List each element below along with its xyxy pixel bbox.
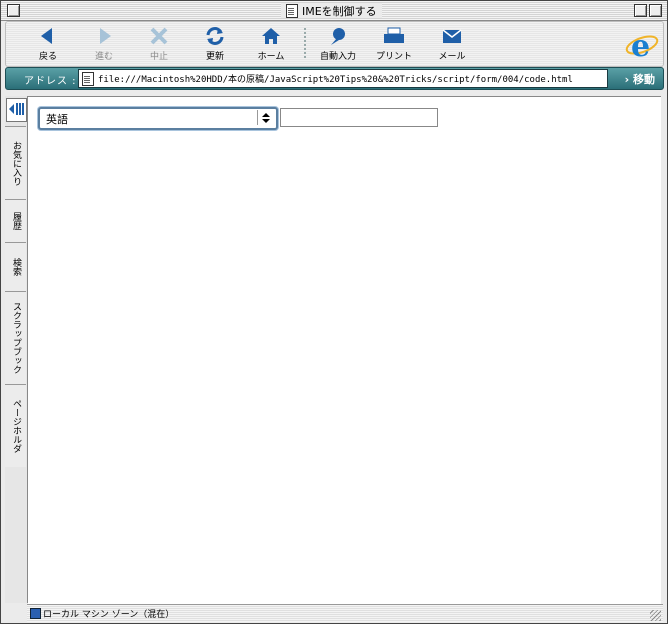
local-zone-icon [30,608,41,619]
text-input[interactable] [280,108,438,127]
window-title-text: IMEを制御する [302,4,377,18]
collapse-box[interactable] [649,4,662,17]
autofill-pen-icon [331,28,345,45]
mail-label: メール [438,52,466,62]
address-field[interactable]: file:///Macintosh%20HDD/本の原稿/JavaScript%… [78,69,608,88]
page-content: 英語 [28,96,661,604]
resize-grip-icon[interactable] [650,610,661,621]
explorer-bar-tabs: お気に入り 履歴 検索 スクラップブック ページホルダ [5,96,28,603]
document-icon [286,3,298,18]
print-label: プリント [375,52,412,62]
language-select-value: 英語 [46,113,68,126]
panel-toggle-icon [9,103,24,115]
address-bar: アドレス : file:///Macintosh%20HDD/本の原稿/Java… [5,67,664,90]
home-button[interactable]: ホーム [249,24,293,64]
toolbar: 戻る 進む 中止 更新 ホーム 自動入力 プリント メール e [5,21,664,67]
autofill-label: 自動入力 [319,52,356,62]
toolbar-separator [304,28,306,60]
autofill-button[interactable]: 自動入力 [316,24,360,64]
address-url[interactable]: file:///Macintosh%20HDD/本の原稿/JavaScript%… [98,72,573,85]
envelope-icon [442,29,462,43]
updown-arrows-icon [257,110,274,125]
refresh-label: 更新 [205,52,224,62]
tab-history[interactable]: 履歴 [5,199,26,242]
tab-page-holder[interactable]: ページホルダ [5,384,26,467]
refresh-icon [206,27,224,45]
back-arrow-icon [41,28,52,44]
status-text: ローカル マシン ゾーン（混在） [43,610,175,620]
window-title: IMEを制御する [281,3,382,18]
internet-explorer-logo-icon: e [625,29,659,62]
home-icon [262,28,280,44]
tab-scrapbook[interactable]: スクラップブック [5,291,26,384]
tab-search[interactable]: 検索 [5,242,26,291]
page-document-icon [82,71,94,86]
explorer-bar-toggle[interactable] [6,98,27,122]
go-button[interactable]: › 移動 [625,71,655,87]
back-label: 戻る [38,52,57,62]
print-button[interactable]: プリント [372,24,416,64]
status-bar: ローカル マシン ゾーン（混在） [27,604,663,622]
address-label: アドレス : [24,76,77,87]
forward-arrow-icon [100,28,111,44]
printer-icon [384,27,404,43]
forward-label: 進む [94,52,113,62]
title-bar[interactable]: IMEを制御する [1,1,667,21]
browser-window: IMEを制御する 戻る 進む 中止 更新 ホーム 自動入力 プリント メール e… [0,0,668,624]
stop-label: 中止 [149,52,168,62]
stop-button[interactable]: 中止 [137,24,181,64]
close-box[interactable] [7,4,20,17]
zoom-box[interactable] [634,4,647,17]
forward-button[interactable]: 進む [82,24,126,64]
home-label: ホーム [257,52,285,62]
svg-text:e: e [631,29,650,62]
mail-button[interactable]: メール [430,24,474,64]
go-label: 移動 [633,73,655,86]
refresh-button[interactable]: 更新 [193,24,237,64]
tab-favorites[interactable]: お気に入り [5,126,26,199]
stop-x-icon [150,27,168,45]
language-select[interactable]: 英語 [38,107,278,130]
back-button[interactable]: 戻る [26,24,70,64]
